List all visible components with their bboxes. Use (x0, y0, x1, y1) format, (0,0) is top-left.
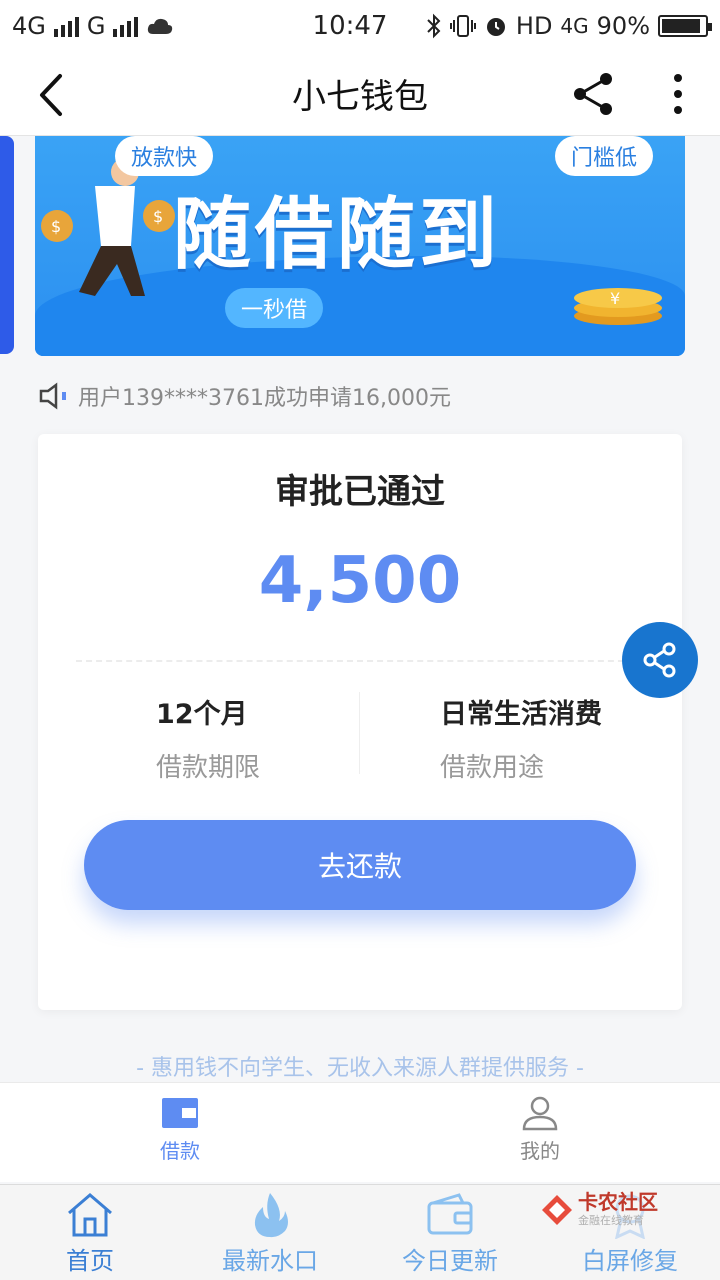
tab-home-label: 首页 (66, 1247, 114, 1275)
tab-mine-label: 我的 (520, 1139, 560, 1163)
watermark-title: 卡农社区 (578, 1190, 658, 1214)
battery-icon (658, 15, 712, 37)
battery-level (662, 19, 700, 33)
loan-purpose: 日常生活消费 借款用途 (440, 692, 720, 784)
loan-term-value: 12个月 (156, 699, 248, 730)
tab-today-label: 今日更新 (402, 1247, 498, 1275)
tag-fast: 放款快 (115, 136, 214, 176)
bluetooth-icon (427, 13, 441, 39)
tag-one-second: 一秒借 (225, 288, 324, 328)
svg-text:$: $ (153, 207, 163, 226)
network-label-1: 4G (12, 12, 46, 40)
tab-home[interactable]: 首页 (0, 1191, 180, 1276)
loan-card: 审批已通过 4,500 12个月 借款期限 日常生活消费 借款用途 去还款 (38, 434, 682, 1010)
tab-today[interactable]: 今日更新 (360, 1191, 540, 1276)
user-icon (522, 1096, 558, 1131)
watermark-text-group: 卡农社区 金融在线教育 (578, 1192, 658, 1228)
approval-status: 审批已通过 (275, 472, 445, 512)
loan-term: 12个月 借款期限 (156, 692, 476, 784)
loan-purpose-value: 日常生活消费 (440, 699, 602, 730)
floating-share-button[interactable] (622, 622, 698, 698)
announcement-bar: 用户139****3761成功申请16,000元 (38, 378, 451, 414)
signal-icon (53, 15, 79, 37)
tab-fix-label: 白屏修复 (582, 1247, 678, 1275)
signal-icon-2 (113, 15, 139, 37)
status-right: HD 4G 90% (408, 12, 712, 40)
hd-label: HD (515, 12, 553, 40)
tab-latest-label: 最新水口 (222, 1247, 318, 1275)
banner-prev-edge[interactable] (0, 136, 14, 354)
wallet-icon (162, 1098, 198, 1128)
share-icon (643, 642, 676, 678)
tab-loan[interactable]: 借款 (120, 1095, 240, 1164)
clock: 10:47 (312, 11, 388, 41)
watermark-subtitle: 金融在线教育 (578, 1214, 644, 1227)
card-divider (76, 660, 644, 662)
flame-icon (254, 1193, 288, 1238)
column-separator (359, 692, 360, 774)
coins-icon: ¥ (574, 288, 662, 325)
banner-title: 随借随到 (173, 190, 502, 280)
watermark-logo-icon (542, 1195, 572, 1225)
announcement-text: 用户139****3761成功申请16,000元 (78, 386, 451, 411)
app-tab-bar: 借款 我的 (0, 1082, 720, 1182)
promo-banner[interactable]: $ $ 放款快 门槛低 随借随到 一秒借 ¥ (35, 136, 685, 356)
svg-text:$: $ (51, 217, 61, 236)
tag-low-threshold: 门槛低 (555, 136, 654, 176)
disclaimer-text: - 惠用钱不向学生、无收入来源人群提供服务 - (136, 1056, 584, 1081)
nav-bar: 小七钱包 (0, 52, 720, 136)
back-icon[interactable] (28, 70, 78, 120)
status-left: 4G G (12, 12, 292, 40)
wallet-icon (427, 1193, 473, 1235)
loan-term-label: 借款期限 (156, 753, 261, 783)
tab-loan-label: 借款 (160, 1139, 200, 1163)
home-icon (68, 1193, 112, 1237)
loan-amount: 4,500 (258, 544, 462, 618)
tab-mine[interactable]: 我的 (480, 1095, 600, 1164)
svg-text:¥: ¥ (610, 289, 620, 308)
network-label-2: G (86, 12, 106, 40)
loan-purpose-label: 借款用途 (440, 753, 545, 783)
vibrate-icon (449, 15, 476, 37)
cloud-icon (148, 18, 173, 34)
repay-button[interactable]: 去还款 (84, 820, 636, 910)
more-vertical-icon[interactable] (660, 68, 696, 120)
tab-latest[interactable]: 最新水口 (180, 1191, 360, 1276)
watermark: 卡农社区 金融在线教育 (540, 1190, 670, 1230)
speaker-icon (39, 382, 66, 410)
network-label-3: 4G (560, 14, 589, 38)
battery-percent: 90% (596, 12, 650, 40)
status-bar: 4G G 10:47 HD 4G 90% (0, 0, 720, 52)
alarm-icon (486, 18, 505, 36)
share-icon[interactable] (570, 70, 618, 118)
